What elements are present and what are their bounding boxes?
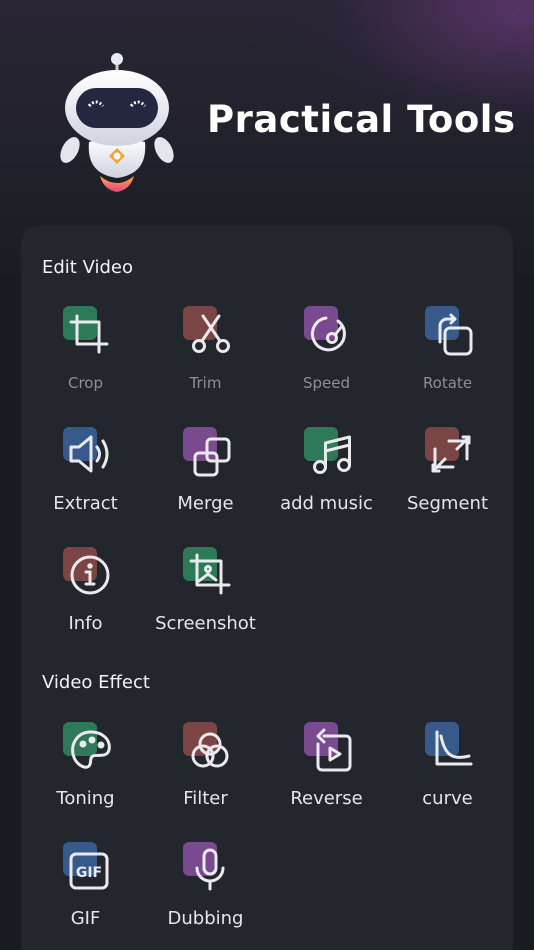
microphone-icon <box>183 842 235 894</box>
scissors-icon <box>183 306 235 358</box>
music-note-icon <box>304 427 356 479</box>
palette-icon <box>63 722 115 774</box>
tool-label: Trim <box>189 374 222 392</box>
tool-curve[interactable]: curve <box>387 722 508 832</box>
tool-label: GIF <box>70 908 101 929</box>
page-title: Practical Tools <box>207 98 516 141</box>
tool-label: Extract <box>53 493 118 514</box>
tool-filter[interactable]: Filter <box>145 722 266 832</box>
tool-reverse[interactable]: Reverse <box>266 722 387 832</box>
tool-extract[interactable]: Extract <box>25 427 146 537</box>
tool-label: Speed <box>302 374 351 392</box>
header: Practical Tools <box>0 0 534 215</box>
tool-rotate[interactable]: Rotate <box>387 306 508 416</box>
curve-icon <box>425 722 477 774</box>
tool-label: Screenshot <box>155 613 256 634</box>
tool-dubbing[interactable]: Dubbing <box>145 842 266 950</box>
tool-label: Rotate <box>422 374 473 392</box>
info-icon <box>63 547 115 599</box>
speaker-icon <box>63 427 115 479</box>
tool-label: Dubbing <box>167 908 244 929</box>
tool-label: Filter <box>183 788 228 809</box>
reverse-icon <box>304 722 356 774</box>
crop-icon <box>63 306 115 358</box>
gif-icon: GIF <box>63 842 115 894</box>
tool-crop[interactable]: Crop <box>25 306 146 416</box>
speed-icon <box>304 306 356 358</box>
screenshot-icon <box>183 547 235 599</box>
tool-merge[interactable]: Merge <box>145 427 266 537</box>
tool-segment[interactable]: Segment <box>387 427 508 537</box>
section-title-edit-video: Edit Video <box>42 257 134 278</box>
tool-screenshot[interactable]: Screenshot <box>145 547 266 657</box>
segment-icon <box>425 427 477 479</box>
tool-label: Info <box>68 613 103 634</box>
tool-label: Crop <box>67 374 103 392</box>
tool-label: Reverse <box>290 788 363 809</box>
filter-icon <box>183 722 235 774</box>
tool-add-music[interactable]: add music <box>266 427 387 537</box>
rotate-icon <box>425 306 477 358</box>
tool-label: Segment <box>407 493 488 514</box>
tool-info[interactable]: Info <box>25 547 146 657</box>
tool-speed[interactable]: Speed <box>266 306 387 416</box>
tool-trim[interactable]: Trim <box>145 306 266 416</box>
section-title-video-effect: Video Effect <box>42 672 150 693</box>
tool-label: curve <box>422 788 473 809</box>
svg-text:GIF: GIF <box>76 865 102 881</box>
tool-label: add music <box>280 493 373 514</box>
tool-gif[interactable]: GIF GIF <box>25 842 146 950</box>
tool-label: Toning <box>56 788 115 809</box>
tool-label: Merge <box>177 493 234 514</box>
merge-icon <box>183 427 235 479</box>
tool-toning[interactable]: Toning <box>25 722 146 832</box>
robot-mascot-icon <box>60 53 174 192</box>
